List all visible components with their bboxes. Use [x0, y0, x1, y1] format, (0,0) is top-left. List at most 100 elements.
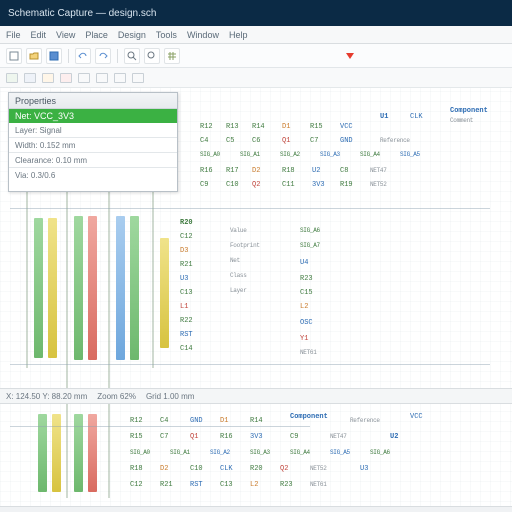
ref-label: C6	[252, 138, 260, 145]
ref-label: C9	[290, 434, 298, 441]
net-column	[116, 216, 125, 360]
ref-label: C14	[180, 346, 193, 353]
panel-row: Via: 0.3/0.6	[9, 168, 177, 182]
menu-edit[interactable]: Edit	[31, 30, 47, 40]
comment-label: Comment	[450, 118, 473, 124]
menu-tools[interactable]: Tools	[156, 30, 177, 40]
sig-label: SIG_A4	[290, 450, 310, 456]
net-label: RST	[190, 482, 203, 489]
menu-help[interactable]: Help	[229, 30, 248, 40]
tool-grid-button[interactable]	[164, 48, 180, 64]
net-label: NET52	[370, 182, 387, 188]
sig-label: SIG_A0	[130, 450, 150, 456]
comment-label: Component	[450, 108, 488, 115]
toolbar-separator	[68, 49, 69, 63]
layer-chip[interactable]	[42, 73, 54, 83]
menu-design[interactable]: Design	[118, 30, 146, 40]
ref-label: C9	[200, 182, 208, 189]
tool-new-button[interactable]	[6, 48, 22, 64]
field-label: Layer	[230, 288, 247, 294]
ref-label: C7	[310, 138, 318, 145]
tool-redo-button[interactable]	[95, 48, 111, 64]
layer-chip[interactable]	[6, 73, 18, 83]
ref-label: C5	[226, 138, 234, 145]
layer-chip[interactable]	[78, 73, 90, 83]
ref-label: C12	[180, 234, 193, 241]
toolbar	[0, 44, 512, 68]
sig-label: SIG_A6	[300, 228, 320, 234]
window-footer	[0, 506, 512, 512]
ref-label: Y1	[300, 336, 308, 343]
status-bar: X: 124.50 Y: 88.20 mm Zoom 62% Grid 1.00…	[0, 388, 512, 404]
ref-label: R13	[226, 124, 239, 131]
properties-panel[interactable]: Properties Net: VCC_3V3 Layer: Signal Wi…	[8, 92, 178, 192]
net-label: CLK	[220, 466, 233, 473]
net-label: RST	[180, 332, 193, 339]
net-column	[74, 216, 83, 360]
net-label: NET61	[300, 350, 317, 356]
toolbar-separator	[117, 49, 118, 63]
ref-label: D2	[252, 168, 260, 175]
layer-chip[interactable]	[96, 73, 108, 83]
net-label: 3V3	[250, 434, 263, 441]
status-coords: X: 124.50 Y: 88.20 mm	[6, 392, 87, 401]
ref-label: Reference	[350, 418, 380, 424]
ref-label: R14	[250, 418, 263, 425]
tool-zoom-out-button[interactable]	[144, 48, 160, 64]
sig-label: SIG_A0	[200, 152, 220, 158]
tool-zoom-in-button[interactable]	[124, 48, 140, 64]
ref-label: R12	[130, 418, 143, 425]
window-titlebar: Schematic Capture — design.sch	[0, 0, 512, 26]
ref-label: Q2	[252, 182, 260, 189]
field-label: Value	[230, 228, 247, 234]
ref-label: R15	[310, 124, 323, 131]
ribbon-sub	[0, 68, 512, 88]
menu-window[interactable]: Window	[187, 30, 219, 40]
layer-chip[interactable]	[132, 73, 144, 83]
menu-place[interactable]: Place	[85, 30, 108, 40]
status-grid: Grid 1.00 mm	[146, 392, 194, 401]
ref-label: R14	[252, 124, 265, 131]
tool-undo-button[interactable]	[75, 48, 91, 64]
tool-open-button[interactable]	[26, 48, 42, 64]
net-label: GND	[340, 138, 353, 145]
layer-chip[interactable]	[60, 73, 72, 83]
sig-label: SIG_A2	[210, 450, 230, 456]
ref-label: C4	[160, 418, 168, 425]
net-label: GND	[190, 418, 203, 425]
ic-label: U3	[360, 466, 368, 473]
sig-label: SIG_A3	[320, 152, 340, 158]
layer-chip[interactable]	[24, 73, 36, 83]
sig-label: SIG_A4	[360, 152, 380, 158]
ic-label: U1	[380, 114, 388, 121]
ref-label: C8	[340, 168, 348, 175]
sig-label: SIG_A3	[250, 450, 270, 456]
status-zoom: Zoom 62%	[97, 392, 136, 401]
net-label: CLK	[410, 114, 423, 121]
ref-label: R20	[180, 220, 193, 227]
sig-label: SIG_A5	[400, 152, 420, 158]
field-label: Class	[230, 273, 247, 279]
panel-highlight: Net: VCC_3V3	[9, 109, 177, 123]
ic-label: U2	[390, 434, 398, 441]
ref-label: D1	[220, 418, 228, 425]
ref-label: D2	[160, 466, 168, 473]
ref-label: R21	[160, 482, 173, 489]
menu-view[interactable]: View	[56, 30, 75, 40]
field-label: Footprint	[230, 243, 260, 249]
comment-label: Component	[290, 414, 328, 421]
ref-label: Q1	[190, 434, 198, 441]
net-column	[130, 216, 139, 360]
net-column	[160, 238, 169, 348]
ref-label: R15	[130, 434, 143, 441]
tool-save-button[interactable]	[46, 48, 62, 64]
layer-chip[interactable]	[114, 73, 126, 83]
ref-label: Q2	[280, 466, 288, 473]
menu-file[interactable]: File	[6, 30, 21, 40]
ic-label: U2	[312, 168, 320, 175]
ref-label: R21	[180, 262, 193, 269]
workspace: U1 CLK Component Comment R12 R13 R14 D1 …	[0, 88, 512, 512]
net-line	[10, 364, 490, 365]
panel-title: Properties	[9, 93, 177, 109]
ref-label: L2	[250, 482, 258, 489]
